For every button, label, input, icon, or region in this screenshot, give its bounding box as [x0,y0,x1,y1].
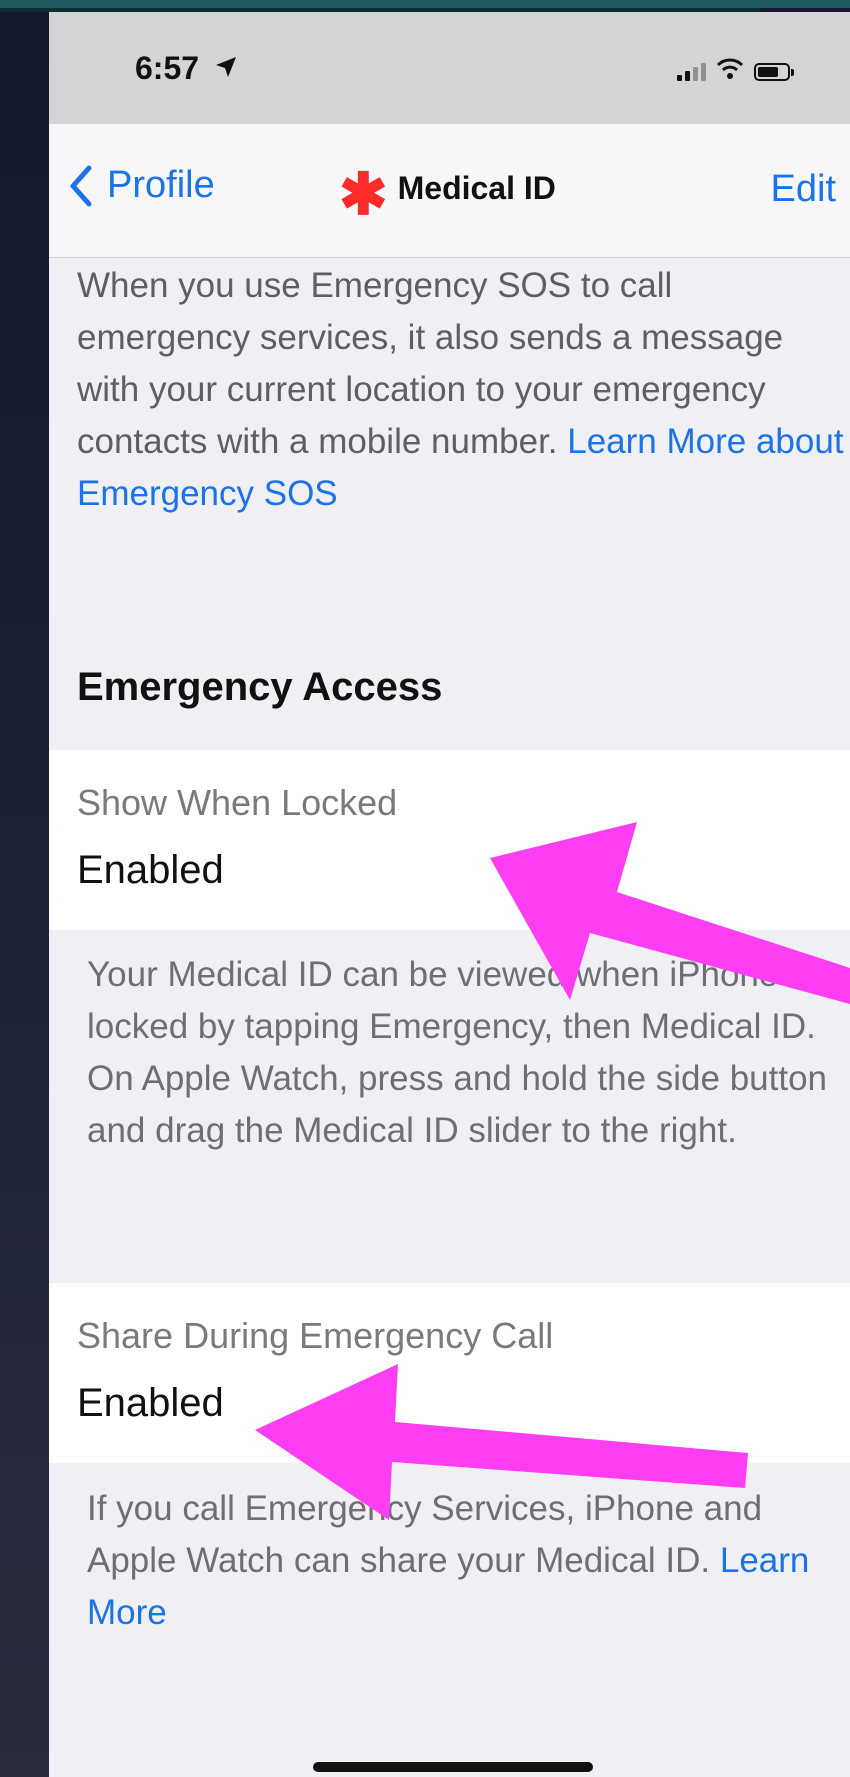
annotation-arrow-lower [255,1364,748,1520]
annotation-overlay [255,822,850,1520]
annotation-arrow-upper [490,822,850,1004]
